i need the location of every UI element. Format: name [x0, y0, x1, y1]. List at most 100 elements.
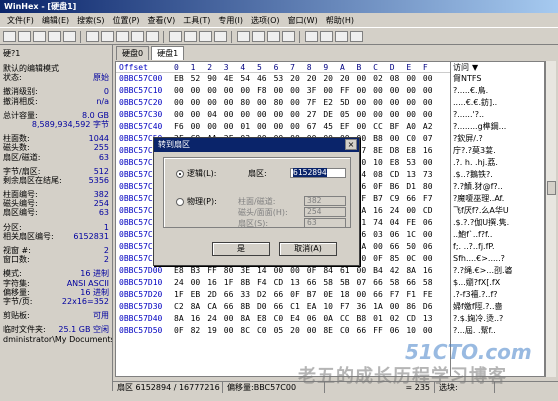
hex-byte[interactable]: 04 — [207, 109, 224, 121]
print-icon[interactable] — [48, 31, 61, 42]
hex-byte[interactable]: 06 — [307, 313, 324, 325]
hex-byte[interactable]: 00 — [191, 97, 208, 109]
calc-icon[interactable] — [335, 31, 348, 42]
hex-byte[interactable]: 00 — [390, 133, 407, 145]
forward-icon[interactable] — [282, 31, 295, 42]
hex-byte[interactable]: 13 — [423, 313, 440, 325]
hex-byte[interactable]: E8 — [174, 265, 191, 277]
hex-byte[interactable]: 00 — [290, 121, 307, 133]
hex-byte[interactable]: CA — [207, 301, 224, 313]
hex-byte[interactable]: 00 — [224, 121, 241, 133]
hex-byte[interactable]: 00 — [191, 121, 208, 133]
hex-byte[interactable]: 06 — [390, 229, 407, 241]
paste-icon[interactable] — [131, 31, 144, 42]
hex-byte[interactable]: 80 — [240, 97, 257, 109]
hex-byte[interactable]: CD — [423, 205, 440, 217]
hex-byte[interactable]: 00 — [191, 109, 208, 121]
physical-radio[interactable]: 物理(P): — [176, 196, 217, 207]
hex-byte[interactable]: 00 — [357, 97, 374, 109]
hex-byte[interactable]: 00 — [224, 85, 241, 97]
hex-byte[interactable]: 00 — [423, 73, 440, 85]
hex-byte[interactable]: 00 — [224, 313, 241, 325]
hex-byte[interactable]: 00 — [174, 97, 191, 109]
hex-byte[interactable]: 00 — [191, 85, 208, 97]
hex-byte[interactable]: 00 — [224, 325, 241, 337]
hex-byte[interactable]: C2 — [174, 301, 191, 313]
hex-byte[interactable]: 00 — [240, 85, 257, 97]
hex-byte[interactable]: 00 — [406, 97, 423, 109]
hex-byte[interactable]: 00 — [390, 301, 407, 313]
hex-byte[interactable]: E8 — [406, 145, 423, 157]
hex-byte[interactable]: 00 — [373, 97, 390, 109]
ok-button[interactable]: 是 — [212, 242, 270, 256]
hex-byte[interactable]: 0F — [174, 325, 191, 337]
menu-item-5[interactable]: 工具(T) — [179, 15, 214, 26]
hex-byte[interactable]: A0 — [406, 121, 423, 133]
hex-byte[interactable]: B7 — [373, 193, 390, 205]
hex-byte[interactable]: 07 — [423, 133, 440, 145]
hex-byte[interactable]: 00 — [406, 109, 423, 121]
hex-byte[interactable]: 10 — [373, 157, 390, 169]
hex-byte[interactable]: 67 — [307, 121, 324, 133]
hex-byte[interactable]: 74 — [373, 217, 390, 229]
hex-byte[interactable]: 66 — [224, 301, 241, 313]
hex-byte[interactable]: F6 — [174, 121, 191, 133]
hex-byte[interactable]: 8A — [174, 313, 191, 325]
hex-byte[interactable]: CC — [373, 121, 390, 133]
hex-byte[interactable]: E8 — [390, 157, 407, 169]
hex-byte[interactable]: 66 — [406, 277, 423, 289]
copy-icon[interactable] — [116, 31, 129, 42]
back-icon[interactable] — [267, 31, 280, 42]
hex-byte[interactable]: 08 — [390, 73, 407, 85]
hex-byte[interactable]: 00 — [174, 85, 191, 97]
hex-byte[interactable]: FF — [207, 265, 224, 277]
hex-byte[interactable]: 45 — [323, 121, 340, 133]
hex-byte[interactable]: 80 — [423, 181, 440, 193]
hex-byte[interactable]: 20 — [323, 73, 340, 85]
vertical-scrollbar[interactable] — [545, 61, 556, 377]
disk-icon[interactable] — [305, 31, 318, 42]
hex-byte[interactable]: 8E — [373, 145, 390, 157]
hex-byte[interactable]: 0F — [307, 265, 324, 277]
hex-byte[interactable]: 00 — [257, 109, 274, 121]
ram-icon[interactable] — [320, 31, 333, 42]
hex-byte[interactable]: 16 — [423, 265, 440, 277]
hex-byte[interactable]: 73 — [423, 169, 440, 181]
head-input[interactable]: 254 — [304, 207, 346, 217]
hex-byte[interactable]: 58 — [423, 277, 440, 289]
hex-byte[interactable]: F8 — [257, 85, 274, 97]
hex-byte[interactable]: 0F — [373, 253, 390, 265]
hex-byte[interactable]: 00 — [373, 109, 390, 121]
hex-byte[interactable]: 00 — [290, 265, 307, 277]
hex-byte[interactable]: 82 — [191, 325, 208, 337]
hex-byte[interactable]: CD — [406, 313, 423, 325]
hex-byte[interactable]: 00 — [274, 109, 291, 121]
hex-byte[interactable]: 66 — [406, 193, 423, 205]
hex-byte[interactable]: EB — [191, 289, 208, 301]
hex-byte[interactable]: CD — [390, 169, 407, 181]
hex-byte[interactable]: 00 — [290, 109, 307, 121]
hex-byte[interactable]: 02 — [390, 313, 407, 325]
hex-byte[interactable]: 8A — [406, 265, 423, 277]
hex-byte[interactable]: D6 — [423, 301, 440, 313]
hex-byte[interactable]: 5D — [340, 97, 357, 109]
hex-byte[interactable]: C0 — [340, 325, 357, 337]
hex-byte[interactable]: 00 — [307, 325, 324, 337]
hex-byte[interactable]: 2D — [207, 289, 224, 301]
hex-byte[interactable]: 14 — [257, 265, 274, 277]
paste-special-icon[interactable] — [146, 31, 159, 42]
menu-item-1[interactable]: 编辑(E) — [38, 15, 73, 26]
hex-byte[interactable]: 00 — [406, 85, 423, 97]
hex-byte[interactable]: 4E — [224, 73, 241, 85]
hex-byte[interactable]: 00 — [274, 121, 291, 133]
hex-byte[interactable]: CC — [340, 313, 357, 325]
hex-byte[interactable]: C0 — [274, 313, 291, 325]
hex-byte[interactable]: 10 — [323, 301, 340, 313]
hex-byte[interactable]: 00 — [207, 97, 224, 109]
hex-byte[interactable]: 00 — [274, 85, 291, 97]
hex-byte[interactable]: BF — [390, 121, 407, 133]
hex-byte[interactable]: 08 — [373, 169, 390, 181]
scroll-thumb[interactable] — [547, 181, 556, 195]
hex-byte[interactable]: 66 — [224, 289, 241, 301]
goto-sector-icon[interactable] — [252, 31, 265, 42]
